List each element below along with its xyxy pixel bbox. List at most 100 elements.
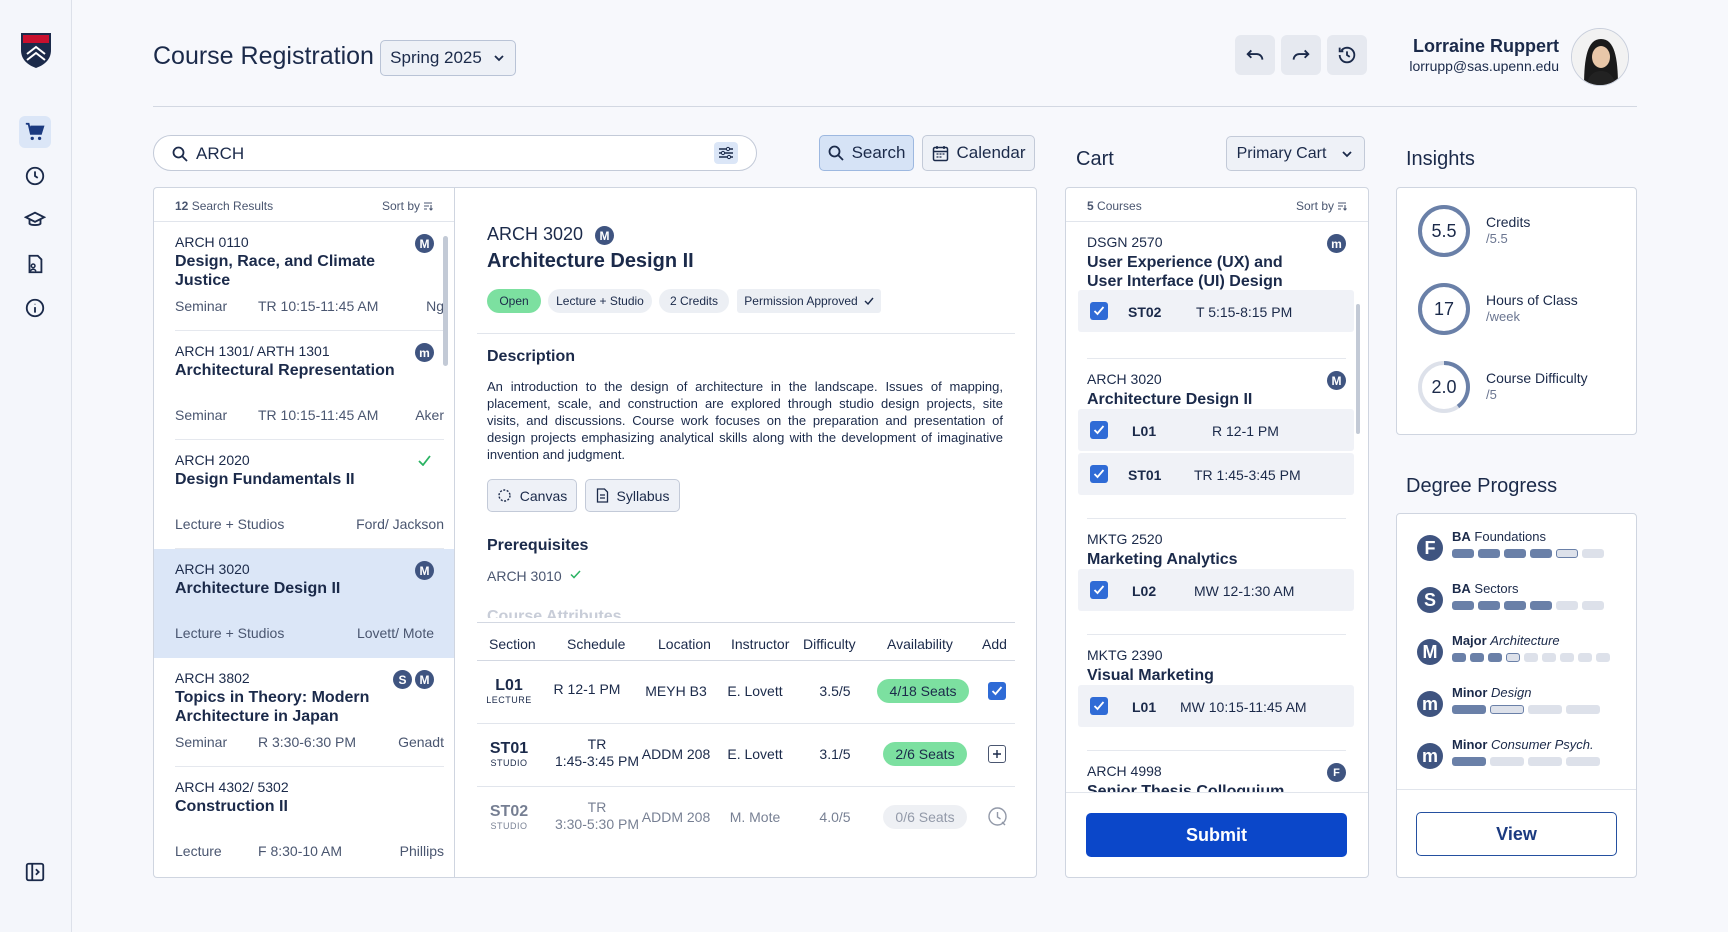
search-icon — [828, 145, 844, 161]
attributes-heading: Course Attributes — [487, 608, 622, 618]
results-scrollbar[interactable] — [443, 236, 448, 366]
progress-segment — [1488, 653, 1502, 662]
cart-nav-icon[interactable] — [19, 116, 51, 148]
filter-button[interactable] — [714, 142, 738, 164]
result-time: TR 10:15-11:45 AM — [258, 298, 379, 314]
term-label: Spring 2025 — [390, 48, 482, 67]
degree-item[interactable]: S BA Sectors — [1417, 579, 1627, 623]
progress-segment — [1566, 757, 1600, 766]
search-button[interactable]: Search — [819, 135, 914, 171]
cart-course-code: ARCH 4998 — [1087, 763, 1162, 779]
availability-badge: 2/6 Seats — [883, 742, 967, 766]
degree-item[interactable]: M Major Architecture — [1417, 631, 1627, 675]
section-kind: STUDIO — [490, 758, 528, 768]
cart-count-text: 5 Courses — [1087, 199, 1142, 213]
history-button[interactable] — [1327, 35, 1367, 75]
cart-section-checkbox[interactable] — [1090, 581, 1108, 599]
difficulty-label: Course Difficulty — [1486, 370, 1588, 386]
waitlist-clock-icon[interactable] — [987, 806, 1008, 827]
cart-scrollbar[interactable] — [1356, 304, 1360, 434]
cart-count: 5 — [1087, 199, 1094, 213]
cart-section-checkbox[interactable] — [1090, 697, 1108, 715]
cart-course: ARCH 4998 Senior Thesis Colloquium F — [1066, 751, 1356, 792]
cart-course: ARCH 3020 Architecture Design II M L01 R… — [1066, 359, 1356, 519]
clock-nav-icon[interactable] — [19, 160, 51, 192]
table-row: ST02 STUDIO TR 3:30-5:30 PM ADDM 208 M. … — [477, 787, 1015, 850]
degree-progress-heading: Degree Progress — [1406, 475, 1558, 497]
result-item[interactable]: ARCH 4302/ 5302 Construction II Lecture … — [154, 767, 444, 876]
result-title: Architectural Representation — [175, 362, 395, 379]
degree-item[interactable]: m Minor Design — [1417, 683, 1627, 727]
col-add: Add — [982, 636, 1007, 652]
results-sort-button[interactable]: Sort by — [382, 199, 433, 213]
hours-sub: /week — [1486, 309, 1520, 324]
expand-sidebar-icon[interactable] — [19, 856, 51, 888]
course-description: An introduction to the design of archite… — [487, 379, 1003, 462]
submit-button[interactable]: Submit — [1086, 813, 1347, 857]
sort-icon — [424, 202, 433, 211]
degree-item[interactable]: F BA Foundations — [1417, 527, 1627, 571]
hours-value: 17 — [1433, 299, 1455, 319]
result-item[interactable]: ARCH 3802 Topics in Theory: Modern Archi… — [154, 658, 444, 767]
chevron-down-icon — [494, 55, 504, 62]
graduation-cap-icon[interactable] — [19, 204, 51, 236]
cart-sort-label: Sort by — [1295, 199, 1334, 213]
undo-button[interactable] — [1235, 35, 1275, 75]
cart-section-time: T 5:15-8:15 PM — [1196, 304, 1293, 320]
progress-segment — [1524, 653, 1538, 662]
progress-segment — [1582, 549, 1604, 558]
degree-progress-bar — [1452, 757, 1600, 766]
view-degree-button[interactable]: View — [1416, 812, 1617, 856]
result-item[interactable]: ARCH 1301/ ARTH 1301 Architectural Repre… — [154, 331, 444, 440]
divider — [1066, 792, 1368, 793]
progress-segment — [1542, 653, 1556, 662]
redo-button[interactable] — [1281, 35, 1321, 75]
sector-badge: S — [393, 670, 412, 689]
format-tag: Lecture + Studio — [548, 289, 652, 313]
syllabus-button[interactable]: Syllabus — [585, 479, 680, 512]
search-box[interactable] — [153, 135, 757, 171]
avatar[interactable] — [1571, 28, 1629, 86]
cart-course-title: Marketing Analytics — [1087, 551, 1238, 568]
results-header: 12 Search Results Sort by — [154, 188, 454, 222]
progress-segment — [1504, 601, 1526, 610]
result-code: ARCH 4302/ 5302 — [175, 779, 289, 795]
degree-item[interactable]: m Minor Consumer Psych. — [1417, 735, 1627, 779]
section-instructor: M. Mote — [729, 809, 781, 825]
cart-section-checkbox[interactable] — [1090, 302, 1108, 320]
document-icon — [596, 488, 608, 503]
redo-icon — [1292, 49, 1310, 60]
transcript-icon[interactable] — [19, 248, 51, 280]
search-input[interactable] — [196, 144, 676, 164]
section-added-checkbox[interactable] — [988, 682, 1006, 700]
result-item[interactable]: ARCH 2020 Design Fundamentals II Lecture… — [154, 440, 444, 549]
degree-label-type: Minor — [1452, 685, 1488, 700]
check-icon — [1093, 425, 1105, 435]
history-icon — [1338, 46, 1356, 64]
check-icon — [418, 455, 431, 466]
section-location: ADDM 208 — [641, 809, 711, 825]
result-item[interactable]: ARCH 0110 Design, Race, and Climate Just… — [154, 222, 444, 331]
cart-section-checkbox[interactable] — [1090, 421, 1108, 439]
calendar-button[interactable]: Calendar — [922, 135, 1035, 171]
cart-section-code: L01 — [1132, 699, 1157, 715]
cart-section-checkbox[interactable] — [1090, 465, 1108, 483]
header-divider — [153, 106, 1637, 107]
add-section-button[interactable] — [988, 745, 1006, 763]
cart-select[interactable]: Primary Cart — [1226, 136, 1365, 171]
section-kind: LECTURE — [486, 695, 532, 705]
term-select[interactable]: Spring 2025 — [380, 40, 516, 76]
cart-sort-button[interactable]: Sort by — [1296, 199, 1347, 213]
cart-header: 5 Courses Sort by — [1066, 188, 1368, 222]
canvas-button[interactable]: Canvas — [487, 479, 577, 512]
check-icon — [864, 297, 874, 305]
degree-label-type: Major — [1452, 633, 1487, 648]
result-item-selected[interactable]: ARCH 3020 Architecture Design II M Lectu… — [154, 549, 454, 658]
result-code: ARCH 3802 — [175, 670, 250, 686]
seats-text: 4/18 Seats — [889, 683, 957, 699]
result-code: ARCH 3020 — [175, 561, 250, 577]
cart-section-row: L01 R 12-1 PM — [1078, 409, 1354, 451]
info-icon[interactable] — [19, 292, 51, 324]
section-code: L01 — [495, 677, 523, 694]
progress-segment — [1596, 653, 1610, 662]
